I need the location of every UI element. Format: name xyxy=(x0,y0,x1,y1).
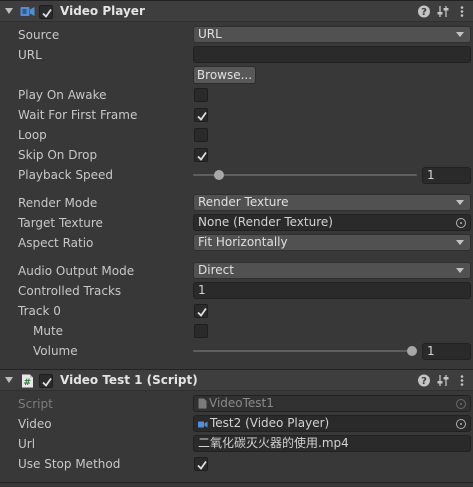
foldout-arrow-icon[interactable] xyxy=(5,8,13,14)
help-icon[interactable]: ? xyxy=(417,4,431,19)
video-player-header[interactable]: Video Player ? xyxy=(0,0,473,22)
playback-speed-slider-handle[interactable] xyxy=(214,170,225,180)
presets-sliders-icon[interactable] xyxy=(436,4,450,19)
video-test-header[interactable]: # Video Test 1 (Script) ? xyxy=(0,369,473,391)
component-title: Video Test 1 (Script) xyxy=(60,373,198,387)
component-enabled-checkbox[interactable] xyxy=(39,5,53,19)
track-0-label: Track 0 xyxy=(18,304,61,318)
aspect-ratio-value: Fit Horizontally xyxy=(198,235,288,249)
skip-on-drop-label: Skip On Drop xyxy=(18,148,98,162)
script-label: Script xyxy=(18,397,53,411)
playback-speed-slider[interactable] xyxy=(193,174,417,176)
wait-for-first-frame-checkbox[interactable] xyxy=(194,108,208,122)
skip-on-drop-checkbox[interactable] xyxy=(194,148,208,162)
playback-speed-input[interactable]: 1 xyxy=(422,167,471,184)
video-field[interactable]: Test2 (Video Player) xyxy=(193,415,471,432)
play-on-awake-label: Play On Awake xyxy=(18,88,107,102)
kebab-menu-icon[interactable] xyxy=(455,373,469,388)
target-picker-icon xyxy=(456,399,466,409)
script-hash-icon: # xyxy=(20,374,35,388)
render-mode-dropdown[interactable]: Render Texture xyxy=(193,194,471,211)
loop-checkbox[interactable] xyxy=(194,128,208,142)
url-label: Url xyxy=(18,437,36,451)
chevron-down-icon xyxy=(456,268,464,273)
component-enabled-checkbox[interactable] xyxy=(39,374,53,388)
mute-checkbox[interactable] xyxy=(194,324,208,338)
render-mode-value: Render Texture xyxy=(198,195,289,209)
aspect-ratio-dropdown[interactable]: Fit Horizontally xyxy=(193,234,471,251)
help-icon[interactable]: ? xyxy=(417,373,431,388)
audio-output-mode-dropdown[interactable]: Direct xyxy=(193,262,471,279)
source-value: URL xyxy=(198,27,222,41)
wait-for-first-frame-label: Wait For First Frame xyxy=(18,108,138,122)
svg-text:?: ? xyxy=(421,376,427,387)
target-texture-field[interactable]: None (Render Texture) xyxy=(193,214,471,231)
kebab-menu-icon[interactable] xyxy=(455,4,469,19)
url-label: URL xyxy=(18,48,42,62)
video-value: Test2 (Video Player) xyxy=(210,416,330,430)
divider xyxy=(0,482,473,483)
source-dropdown[interactable]: URL xyxy=(193,26,471,43)
controlled-tracks-input[interactable]: 1 xyxy=(193,282,471,299)
audio-output-mode-label: Audio Output Mode xyxy=(18,264,135,278)
chevron-down-icon xyxy=(456,200,464,205)
volume-slider[interactable] xyxy=(193,350,417,352)
mute-label: Mute xyxy=(33,324,64,338)
presets-sliders-icon[interactable] xyxy=(436,373,450,388)
render-mode-label: Render Mode xyxy=(18,196,98,210)
browse-button[interactable]: Browse... xyxy=(193,66,256,84)
script-field: VideoTest1 xyxy=(193,395,471,412)
chevron-down-icon xyxy=(456,32,464,37)
volume-slider-handle[interactable] xyxy=(407,346,417,356)
script-value: VideoTest1 xyxy=(209,396,274,410)
audio-output-mode-value: Direct xyxy=(198,263,234,277)
controlled-tracks-label: Controlled Tracks xyxy=(18,284,122,298)
chevron-down-icon xyxy=(456,240,464,245)
loop-label: Loop xyxy=(18,128,47,142)
target-picker-icon[interactable] xyxy=(456,218,466,228)
script-file-icon xyxy=(198,398,207,411)
target-texture-value: None (Render Texture) xyxy=(198,215,333,229)
url-input[interactable] xyxy=(193,46,471,63)
use-stop-method-label: Use Stop Method xyxy=(18,457,121,471)
use-stop-method-checkbox[interactable] xyxy=(194,457,208,471)
video-label: Video xyxy=(18,417,52,431)
source-label: Source xyxy=(18,28,60,42)
volume-input[interactable]: 1 xyxy=(422,343,471,360)
foldout-arrow-icon[interactable] xyxy=(5,377,13,383)
play-on-awake-checkbox[interactable] xyxy=(194,88,208,102)
video-camera-icon xyxy=(20,5,35,18)
target-texture-label: Target Texture xyxy=(18,216,103,230)
track-0-checkbox[interactable] xyxy=(194,304,208,318)
url-input[interactable]: 二氧化碳灭火器的使用.mp4 xyxy=(193,435,471,452)
volume-label: Volume xyxy=(33,344,78,358)
target-picker-icon[interactable] xyxy=(456,419,466,429)
aspect-ratio-label: Aspect Ratio xyxy=(18,236,94,250)
component-title: Video Player xyxy=(60,4,145,18)
playback-speed-label: Playback Speed xyxy=(18,168,113,182)
svg-text:?: ? xyxy=(421,7,427,18)
video-camera-icon xyxy=(198,418,208,431)
svg-text:#: # xyxy=(24,378,32,388)
